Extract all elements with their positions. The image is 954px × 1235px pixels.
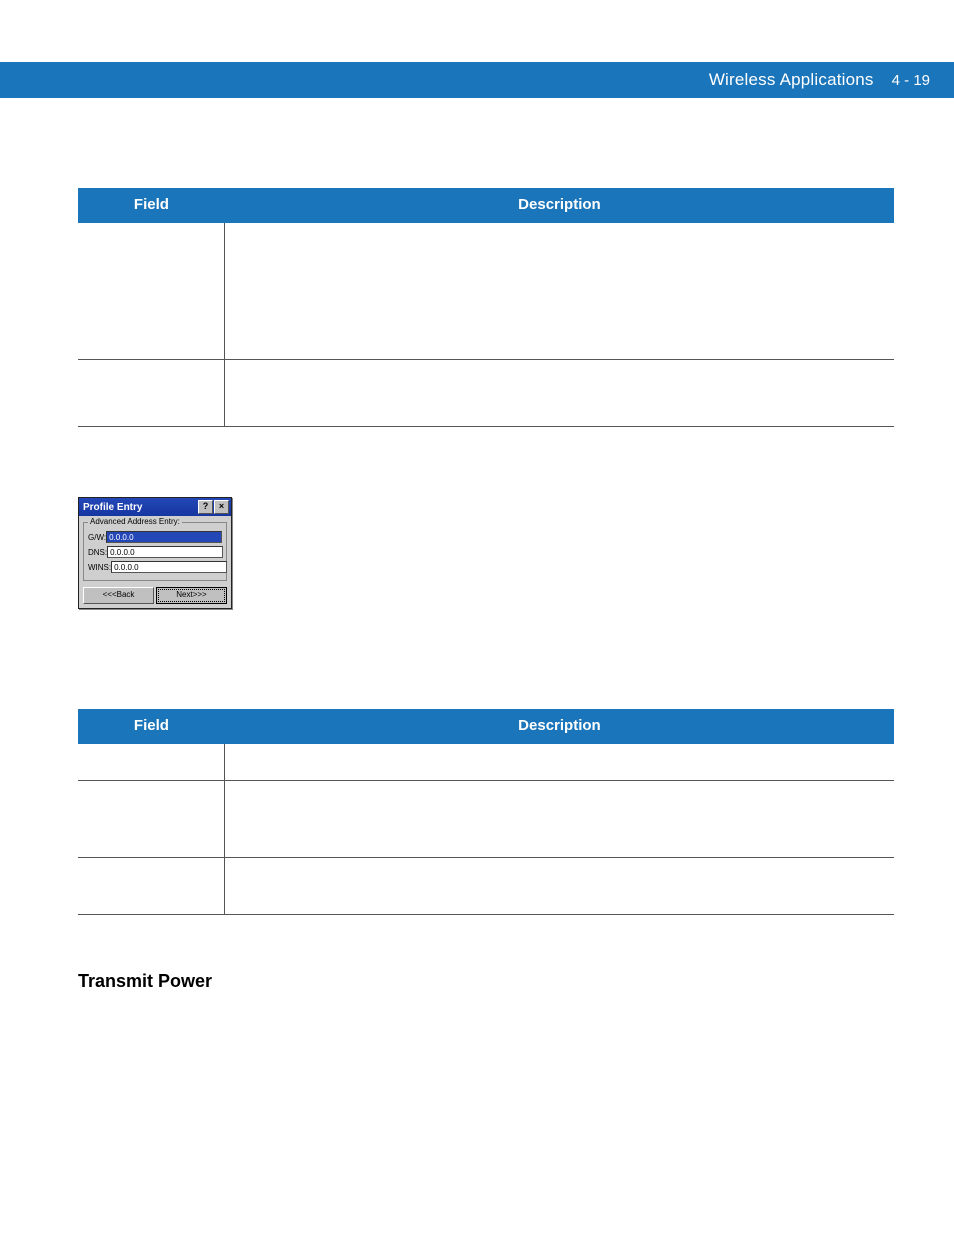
table1-row0-field	[78, 222, 225, 360]
wins-row: WINS:	[88, 561, 222, 573]
help-icon[interactable]: ?	[198, 500, 213, 514]
gateway-label: G/W:	[88, 533, 106, 542]
table2-row1-field	[78, 781, 225, 858]
table-row	[78, 858, 894, 915]
header-page-number: 4 - 19	[892, 72, 930, 89]
table1-header-field: Field	[78, 188, 225, 222]
page-header: Wireless Applications 4 - 19	[0, 62, 954, 98]
table-row	[78, 781, 894, 858]
table2-row1-description	[225, 781, 894, 858]
table2-row0-field	[78, 743, 225, 781]
table1-row1-field	[78, 360, 225, 427]
window-titlebar: Profile Entry ? ×	[79, 498, 231, 516]
table-row	[78, 743, 894, 781]
back-button[interactable]: <<<Back	[83, 587, 154, 604]
page-content: Field Description Profile Entry ? ×	[0, 188, 954, 1060]
profile-entry-window: Profile Entry ? × Advanced Address Entry…	[78, 497, 232, 609]
wins-input[interactable]	[111, 561, 227, 573]
table1-row0-description	[225, 222, 894, 360]
transmit-power-heading: Transmit Power	[78, 971, 894, 992]
table2-header-description: Description	[225, 709, 894, 743]
advanced-address-group: Advanced Address Entry: G/W: DNS: WINS:	[83, 522, 227, 581]
dns-input[interactable]	[107, 546, 223, 558]
next-button[interactable]: Next>>>	[156, 587, 227, 604]
wins-label: WINS:	[88, 563, 111, 572]
group-label: Advanced Address Entry:	[88, 517, 182, 526]
close-icon[interactable]: ×	[214, 500, 229, 514]
window-body: Advanced Address Entry: G/W: DNS: WINS:	[79, 516, 231, 608]
gateway-input[interactable]	[106, 531, 222, 543]
dns-row: DNS:	[88, 546, 222, 558]
table1-row1-description	[225, 360, 894, 427]
table2-row2-field	[78, 858, 225, 915]
window-title: Profile Entry	[83, 502, 197, 513]
embedded-screenshot: Profile Entry ? × Advanced Address Entry…	[78, 497, 894, 609]
button-row: <<<Back Next>>>	[83, 587, 227, 604]
table2-row2-description	[225, 858, 894, 915]
field-description-table-2: Field Description	[78, 709, 894, 915]
table2-header-field: Field	[78, 709, 225, 743]
field-description-table-1: Field Description	[78, 188, 894, 427]
table-row	[78, 222, 894, 360]
header-section-title: Wireless Applications	[709, 70, 874, 90]
table2-row0-description	[225, 743, 894, 781]
table1-header-description: Description	[225, 188, 894, 222]
table-row	[78, 360, 894, 427]
dns-label: DNS:	[88, 548, 107, 557]
gateway-row: G/W:	[88, 531, 222, 543]
